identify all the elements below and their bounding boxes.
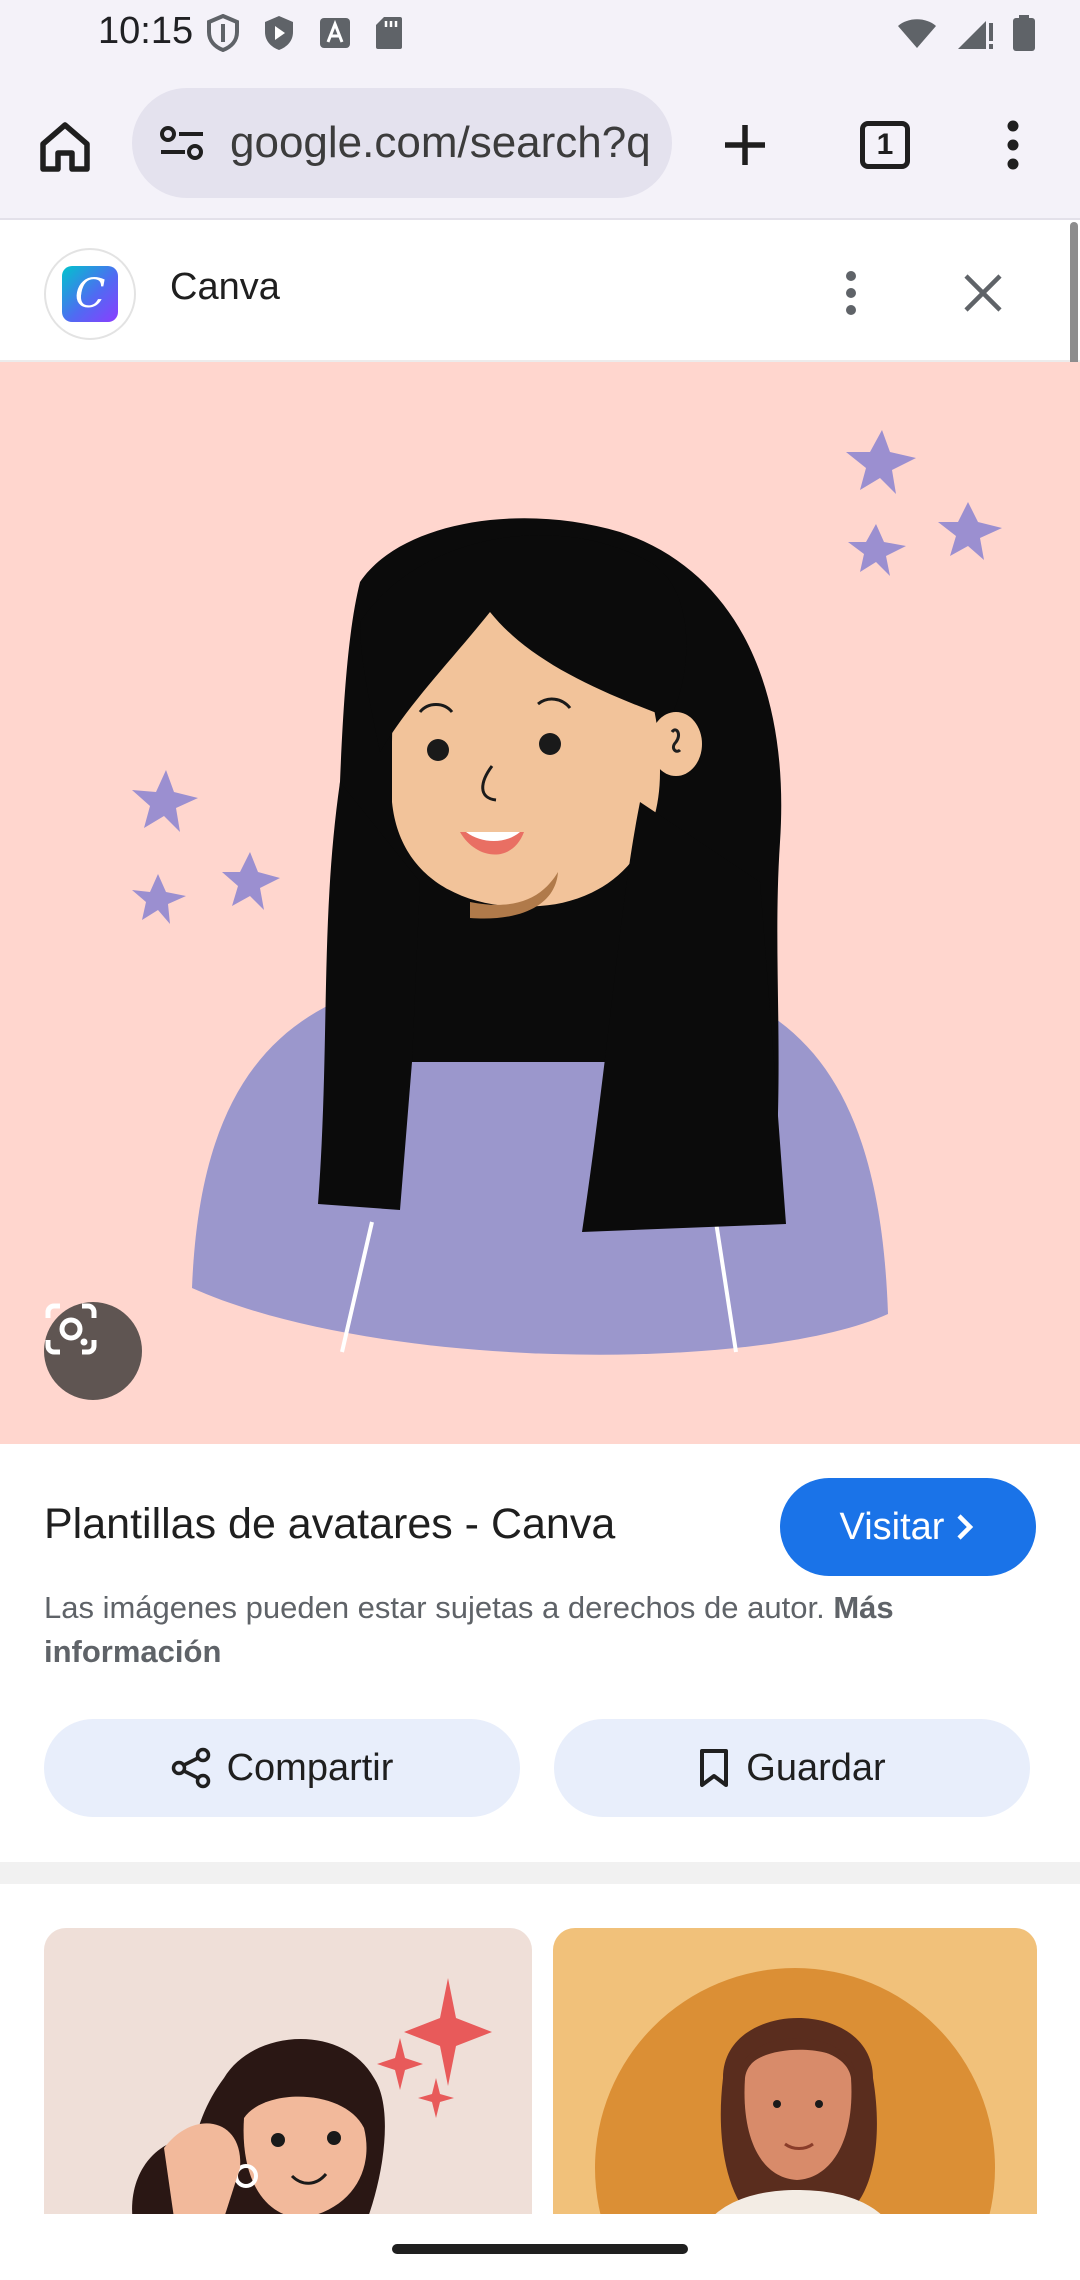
result-info-panel: Plantillas de avatares - Canva Visitar L…	[0, 1444, 1080, 1862]
bookmark-icon	[700, 1749, 729, 1787]
browser-toolbar: google.com/search?q 1	[0, 72, 1080, 220]
close-button[interactable]	[948, 258, 1018, 328]
status-time: 10:15	[98, 10, 194, 52]
wifi-icon	[898, 19, 936, 48]
share-button[interactable]: Compartir	[44, 1719, 520, 1817]
status-bar: 10:15	[0, 0, 1080, 72]
more-vert-icon	[1007, 120, 1019, 170]
new-tab-button[interactable]	[710, 110, 780, 180]
home-button[interactable]	[30, 112, 100, 182]
sd-card-icon	[376, 17, 402, 49]
related-image-illustration	[132, 1978, 492, 2228]
gesture-navigation-bar	[0, 2214, 1080, 2280]
plus-icon	[725, 125, 765, 165]
share-icon	[171, 1747, 210, 1789]
canva-logo: C	[62, 266, 118, 322]
share-button-label: Compartir	[226, 1746, 394, 1789]
tab-switcher-button[interactable]: 1	[850, 110, 920, 180]
signal-icon	[958, 21, 993, 49]
save-button[interactable]: Guardar	[554, 1719, 1030, 1817]
font-icon	[320, 18, 350, 48]
url-text[interactable]: google.com/search?q	[230, 118, 660, 168]
close-icon	[964, 274, 1002, 312]
section-divider	[0, 1862, 1080, 1884]
battery-icon	[1013, 15, 1035, 51]
home-icon	[40, 122, 90, 172]
more-vert-icon	[846, 271, 856, 315]
tab-switcher-icon: 1	[860, 121, 910, 169]
google-lens-icon	[45, 1303, 97, 1355]
visit-button[interactable]: Visitar	[780, 1478, 1036, 1576]
save-button-label: Guardar	[746, 1746, 886, 1789]
lens-search-button[interactable]	[44, 1302, 142, 1400]
more-options-button[interactable]	[816, 258, 886, 328]
visit-button-label: Visitar	[839, 1505, 945, 1548]
copyright-text: Las imágenes pueden estar sujetas a dere…	[44, 1590, 834, 1625]
copyright-notice: Las imágenes pueden estar sujetas a dere…	[44, 1586, 1004, 1674]
related-image[interactable]	[44, 1928, 532, 2228]
notification-icons	[206, 14, 404, 52]
home-gesture-handle[interactable]	[392, 2244, 688, 2254]
shield-icon	[207, 14, 239, 52]
result-title[interactable]: Plantillas de avatares - Canva	[44, 1500, 615, 1549]
image-viewer-header: C Canva	[0, 222, 1080, 362]
address-bar[interactable]: google.com/search?q	[132, 88, 672, 198]
system-icons	[896, 14, 1036, 52]
avatar-illustration	[132, 430, 1002, 1355]
sparkle-icon	[846, 430, 1002, 576]
site-favicon: C	[44, 248, 136, 340]
play-protect-icon	[265, 16, 293, 50]
related-image-illustration	[595, 1968, 995, 2228]
tune-icon	[160, 126, 203, 160]
sparkle-icon	[132, 770, 280, 924]
preview-image[interactable]	[0, 362, 1080, 1444]
related-image[interactable]	[553, 1928, 1037, 2228]
site-settings-button[interactable]	[152, 113, 212, 173]
site-name[interactable]: Canva	[170, 266, 280, 309]
browser-menu-button[interactable]	[978, 110, 1048, 180]
chevron-right-icon	[957, 1514, 974, 1540]
